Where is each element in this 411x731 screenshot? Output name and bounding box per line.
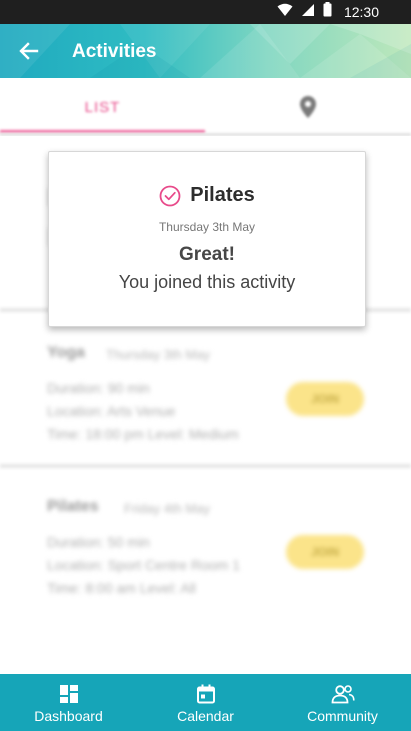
dashboard-icon — [59, 685, 78, 703]
nav-community[interactable]: Community — [274, 674, 411, 731]
confirmation-dialog[interactable]: Pilates Thursday 3th May Great! You join… — [48, 151, 366, 327]
wifi-icon — [277, 3, 293, 22]
signal-icon — [301, 3, 315, 22]
activity-date: Friday 4th May — [124, 501, 210, 516]
join-button[interactable]: JOIN — [286, 382, 364, 416]
activity-time-level: Time: 8:00 am Level: All — [47, 580, 196, 596]
nav-dashboard[interactable]: Dashboard — [0, 674, 137, 731]
location-pin-icon — [300, 96, 316, 118]
dialog-date: Thursday 3th May — [158, 220, 256, 234]
list-item[interactable]: Yoga Thursday 3th May Duration: 90 min L… — [0, 312, 411, 464]
app-bar: Activities — [0, 24, 411, 78]
tab-list-label: LIST — [84, 98, 121, 116]
dialog-activity-name: Pilates — [190, 184, 255, 206]
activity-location: Location: Sport Centre Room 1 — [47, 557, 240, 573]
check-circle-icon — [159, 185, 181, 206]
nav-calendar-label: Calendar — [177, 708, 234, 724]
join-button[interactable]: JOIN — [286, 535, 364, 569]
dialog-header: Pilates — [49, 184, 365, 207]
tab-list[interactable]: LIST — [0, 78, 205, 136]
list-item[interactable]: Pilates Friday 4th May Duration: 50 min … — [0, 468, 411, 628]
header-pattern — [0, 24, 411, 78]
tab-bar: LIST — [0, 78, 411, 136]
calendar-icon — [196, 684, 215, 704]
nav-community-label: Community — [307, 708, 378, 724]
activity-location: Location: Arts Venue — [47, 403, 176, 419]
activity-date: Thursday 3th May — [106, 347, 211, 362]
dialog-headline: Great! — [179, 244, 235, 265]
community-icon — [331, 685, 355, 704]
activity-name: Yoga — [47, 344, 85, 361]
activity-duration: Duration: 50 min — [47, 534, 150, 550]
activity-duration: Duration: 90 min — [47, 380, 150, 396]
activity-name: Pilates — [47, 498, 99, 515]
nav-calendar[interactable]: Calendar — [137, 674, 274, 731]
dialog-message: You joined this activity — [118, 272, 296, 292]
arrow-left-icon — [19, 42, 39, 60]
bottom-nav: Dashboard Calendar Community — [0, 674, 411, 731]
nav-dashboard-label: Dashboard — [34, 708, 103, 724]
status-bar: 12:30 — [0, 0, 411, 24]
battery-icon — [323, 2, 332, 22]
tab-map[interactable] — [205, 78, 411, 136]
status-time: 12:30 — [343, 4, 379, 20]
back-button[interactable] — [16, 38, 42, 64]
activity-time-level: Time: 18:00 pm Level: Medium — [47, 426, 239, 442]
page-title: Activities — [72, 41, 157, 62]
